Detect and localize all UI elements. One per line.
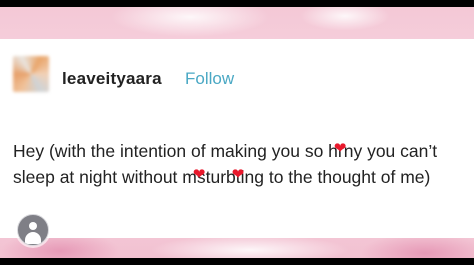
post-username[interactable]: leaveityaara bbox=[62, 69, 162, 89]
user-icon-body bbox=[25, 232, 41, 244]
follow-button[interactable]: Follow bbox=[185, 69, 234, 89]
post-text-segment: ting to the thought of me) bbox=[235, 167, 431, 187]
post-body: Hey (with the intention of making you so… bbox=[13, 140, 438, 187]
background-highlight bbox=[110, 7, 270, 37]
post-text-segment: Hey (with the intention of making you so… bbox=[13, 141, 338, 161]
user-icon[interactable] bbox=[17, 214, 49, 246]
user-icon-head bbox=[29, 222, 37, 230]
screenshot-frame: leaveityaara Follow Hey (with the intent… bbox=[0, 7, 474, 258]
background-highlight bbox=[300, 7, 390, 31]
blurred-avatar[interactable] bbox=[13, 56, 49, 92]
post-card: leaveityaara Follow Hey (with the intent… bbox=[0, 39, 474, 238]
background-highlight bbox=[150, 235, 350, 258]
